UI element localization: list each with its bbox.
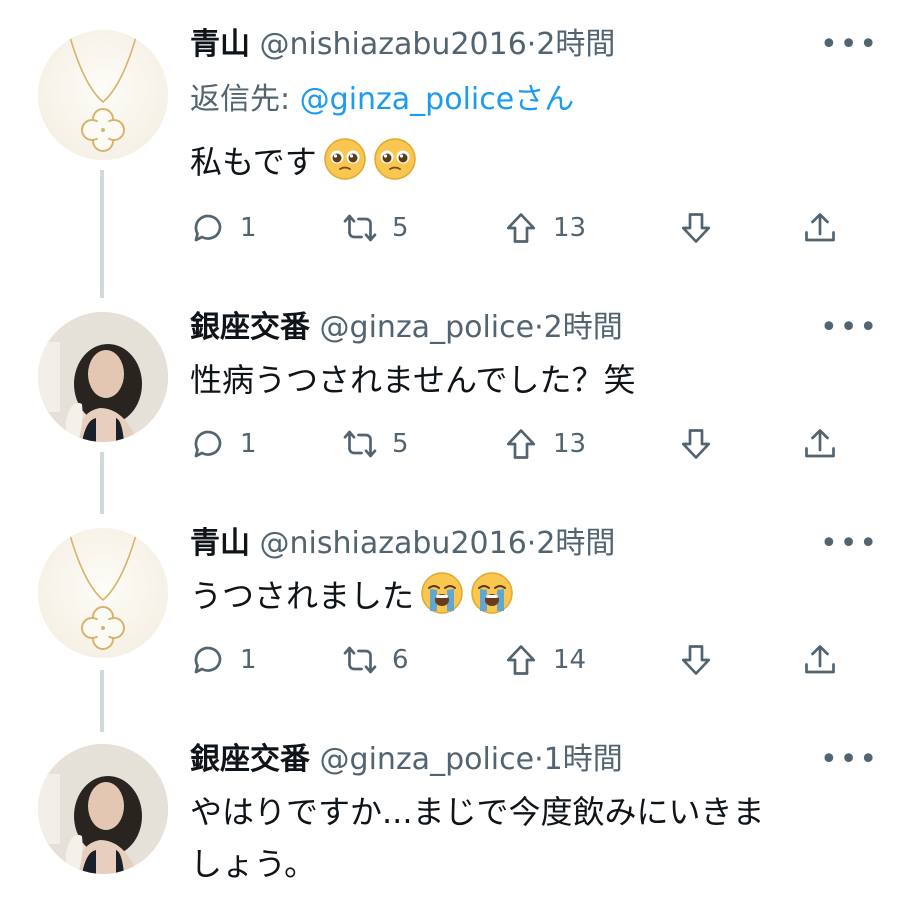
tweet-header: 銀座交番 @ginza_police·1時間	[190, 740, 623, 780]
reply-count: 1	[240, 213, 257, 243]
separator: ·	[534, 310, 544, 345]
reply-button[interactable]: 1	[190, 424, 257, 464]
reply-icon	[190, 210, 226, 246]
tweet-text: やはりですか...まじで今度飲みにいきま しょう。	[190, 786, 870, 890]
upvote-icon	[503, 642, 539, 678]
profile-photo-image	[38, 312, 168, 442]
display-name[interactable]: 青山	[190, 27, 250, 62]
tweet-text-content: うつされました	[190, 577, 415, 615]
reply-to-prefix: 返信先:	[190, 82, 300, 117]
timestamp[interactable]: 2時間	[544, 310, 623, 345]
upvote-count: 13	[553, 429, 587, 459]
retweet-button[interactable]: 5	[342, 424, 409, 464]
share-button[interactable]	[802, 208, 838, 248]
retweet-button[interactable]: 5	[342, 208, 409, 248]
reply-to: 返信先: @ginza_policeさん	[190, 80, 574, 120]
upvote-button[interactable]: 14	[503, 640, 586, 680]
pleading-face-emoji	[323, 137, 367, 181]
separator: ·	[526, 27, 537, 62]
retweet-count: 6	[392, 645, 409, 675]
retweet-count: 5	[392, 429, 409, 459]
reply-button[interactable]: 1	[190, 640, 257, 680]
downvote-button[interactable]	[678, 424, 714, 464]
avatar[interactable]	[38, 528, 168, 658]
reply-to-suffix: さん	[514, 82, 575, 117]
separator: ·	[534, 742, 544, 777]
crying-face-emoji	[470, 571, 514, 615]
reply-count: 1	[240, 645, 257, 675]
share-icon	[802, 210, 838, 246]
more-options-icon[interactable]: •••	[820, 742, 879, 777]
user-handle[interactable]: @ginza_police	[320, 310, 535, 345]
tweet[interactable]: 銀座交番 @ginza_police·2時間 ••• 性病うつされませんでした？…	[0, 300, 897, 500]
crying-face-emoji	[420, 571, 464, 615]
necklace-avatar-image	[38, 30, 168, 160]
downvote-icon	[678, 642, 714, 678]
more-options-icon[interactable]: •••	[820, 526, 879, 561]
separator: ·	[526, 526, 537, 561]
display-name[interactable]: 銀座交番	[190, 310, 310, 345]
tweet-text: 性病うつされませんでした？笑	[190, 354, 870, 406]
upvote-button[interactable]: 13	[503, 208, 586, 248]
upvote-count: 14	[553, 645, 587, 675]
display-name[interactable]: 青山	[190, 526, 250, 561]
retweet-button[interactable]: 6	[342, 640, 409, 680]
upvote-icon	[503, 426, 539, 462]
tweet[interactable]: 銀座交番 @ginza_police·1時間 ••• やはりですか...まじで今…	[0, 732, 897, 907]
tweet-actions: 1 5 13	[190, 424, 850, 464]
share-button[interactable]	[802, 424, 838, 464]
share-icon	[802, 426, 838, 462]
user-handle[interactable]: @ginza_police	[320, 742, 535, 777]
tweet-header: 銀座交番 @ginza_police·2時間	[190, 308, 623, 348]
user-handle[interactable]: @nishiazabu2016	[260, 27, 527, 62]
share-button[interactable]	[802, 640, 838, 680]
tweet-text-content: 性病うつされませんでした？笑	[190, 361, 636, 399]
retweet-icon	[342, 210, 378, 246]
avatar[interactable]	[38, 30, 168, 160]
tweet-actions: 1 6 14	[190, 640, 850, 680]
share-icon	[802, 642, 838, 678]
timestamp[interactable]: 2時間	[536, 526, 615, 561]
timestamp[interactable]: 2時間	[536, 27, 615, 62]
tweet[interactable]: 青山 @nishiazabu2016·2時間 ••• うつされました 1 6 1…	[0, 516, 897, 716]
downvote-icon	[678, 210, 714, 246]
tweet-text-line: やはりですか...まじで今度飲みにいきま	[190, 793, 765, 831]
upvote-button[interactable]: 13	[503, 424, 586, 464]
profile-photo-image	[38, 744, 168, 874]
tweet-header: 青山 @nishiazabu2016·2時間	[190, 25, 615, 65]
reply-button[interactable]: 1	[190, 208, 257, 248]
downvote-button[interactable]	[678, 640, 714, 680]
reply-icon	[190, 642, 226, 678]
retweet-icon	[342, 642, 378, 678]
avatar[interactable]	[38, 744, 168, 874]
timestamp[interactable]: 1時間	[544, 742, 623, 777]
tweet-text: うつされました	[190, 570, 870, 622]
avatar[interactable]	[38, 312, 168, 442]
retweet-count: 5	[392, 213, 409, 243]
more-options-icon[interactable]: •••	[820, 310, 879, 345]
necklace-avatar-image	[38, 528, 168, 658]
tweet-header: 青山 @nishiazabu2016·2時間	[190, 524, 615, 564]
downvote-icon	[678, 426, 714, 462]
downvote-button[interactable]	[678, 208, 714, 248]
tweet-text-content: 私もです	[190, 143, 317, 181]
reply-count: 1	[240, 429, 257, 459]
reply-to-mention[interactable]: @ginza_police	[300, 82, 515, 117]
user-handle[interactable]: @nishiazabu2016	[260, 526, 527, 561]
display-name[interactable]: 銀座交番	[190, 742, 310, 777]
tweet[interactable]: 青山 @nishiazabu2016·2時間 ••• 返信先: @ginza_p…	[0, 0, 897, 290]
tweet-text: 私もです	[190, 136, 870, 188]
reply-icon	[190, 426, 226, 462]
retweet-icon	[342, 426, 378, 462]
more-options-icon[interactable]: •••	[820, 27, 879, 62]
upvote-icon	[503, 210, 539, 246]
pleading-face-emoji	[373, 137, 417, 181]
upvote-count: 13	[553, 213, 587, 243]
tweet-actions: 1 5 13	[190, 208, 850, 248]
tweet-text-line: しょう。	[190, 845, 317, 883]
